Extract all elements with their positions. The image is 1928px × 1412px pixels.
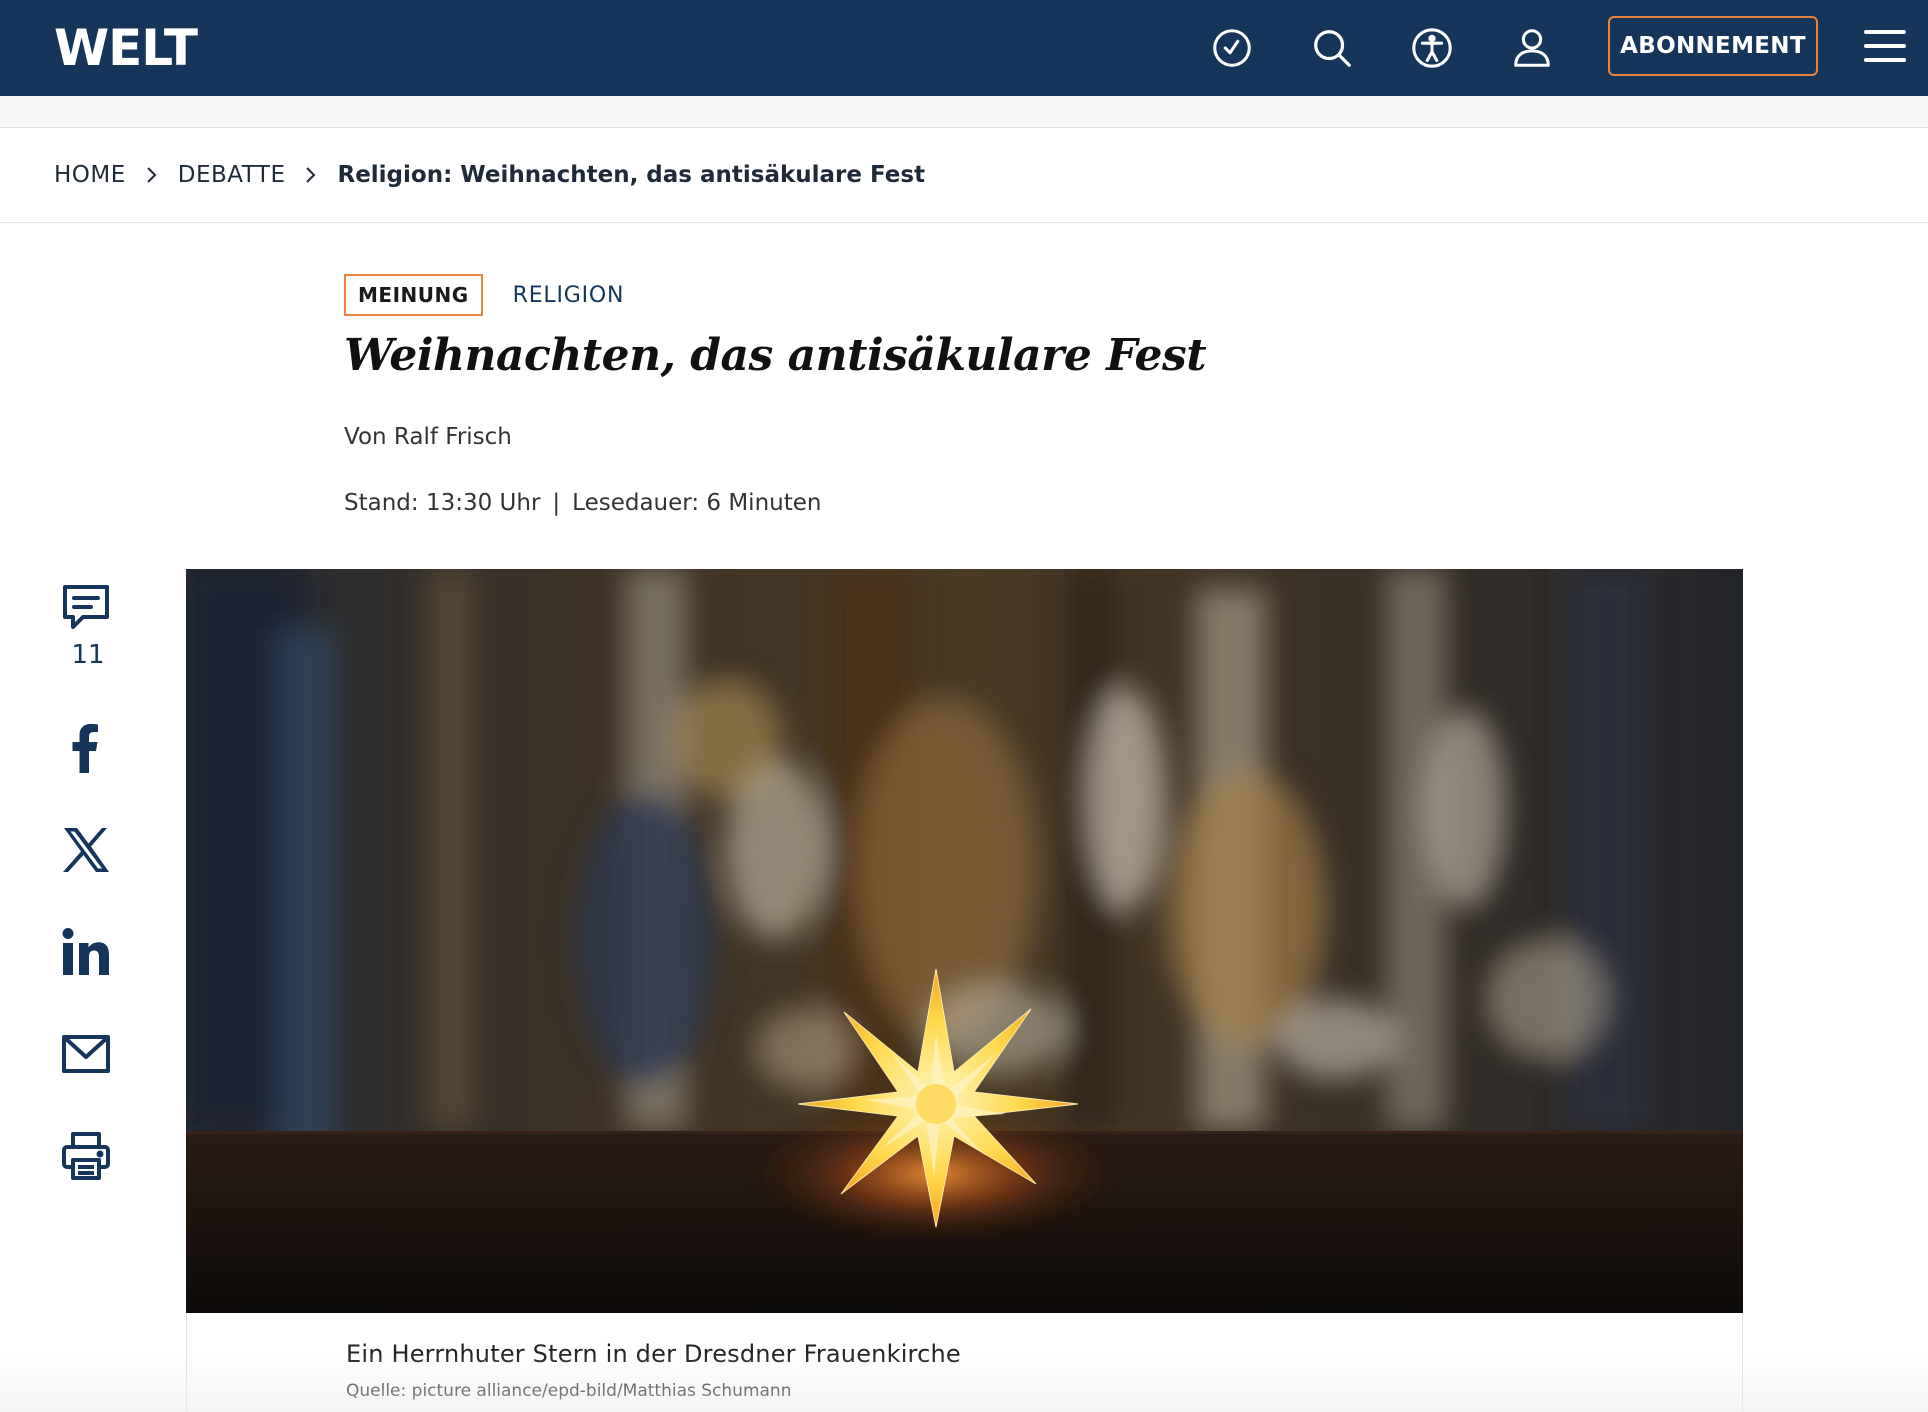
sub-navigation-strip <box>0 96 1928 128</box>
article-tags: MEINUNG RELIGION <box>344 274 624 316</box>
top-navigation-bar: WELT ABONNEMENT <box>0 0 1928 96</box>
image-caption: Ein Herrnhuter Stern in der Dresdner Fra… <box>346 1340 961 1368</box>
accessibility-icon[interactable] <box>1406 22 1458 74</box>
subscribe-button[interactable]: ABONNEMENT <box>1608 16 1818 76</box>
welt-logo[interactable]: WELT <box>54 18 198 78</box>
history-icon[interactable] <box>1206 22 1258 74</box>
category-badge[interactable]: MEINUNG <box>344 274 483 316</box>
breadcrumb-home[interactable]: HOME <box>54 162 126 188</box>
user-icon[interactable] <box>1506 22 1558 74</box>
breadcrumb-debatte[interactable]: DEBATTE <box>178 162 286 188</box>
x-icon[interactable] <box>56 820 116 880</box>
breadcrumb-current: Religion: Weihnachten, das antisäkulare … <box>337 162 926 188</box>
comment-count[interactable]: 11 <box>62 640 114 670</box>
chevron-right-icon <box>303 165 319 185</box>
print-icon[interactable] <box>56 1126 116 1186</box>
menu-icon[interactable] <box>1864 28 1906 64</box>
search-icon[interactable] <box>1306 22 1358 74</box>
article-meta: Stand: 13:30 Uhr | Lesedauer: 6 Minuten <box>344 490 821 516</box>
author-line: Von Ralf Frisch <box>344 424 512 450</box>
linkedin-icon[interactable] <box>56 922 116 982</box>
breadcrumb: HOME DEBATTE Religion: Weihnachten, das … <box>54 128 925 222</box>
article-hero-image[interactable] <box>186 569 1743 1313</box>
topic-link[interactable]: RELIGION <box>513 283 625 308</box>
article-headline: Weihnachten, das antisäkulare Fest <box>344 330 1207 381</box>
mail-icon[interactable] <box>56 1024 116 1084</box>
image-credit: Quelle: picture alliance/epd-bild/Matthi… <box>346 1381 792 1401</box>
facebook-icon[interactable] <box>56 718 116 778</box>
meta-separator: | <box>552 490 561 516</box>
comment-icon[interactable] <box>56 578 116 638</box>
breadcrumb-divider <box>0 222 1928 223</box>
publish-time: Stand: 13:30 Uhr <box>344 490 541 516</box>
reading-time: Lesedauer: 6 Minuten <box>572 490 822 516</box>
chevron-right-icon <box>144 165 160 185</box>
